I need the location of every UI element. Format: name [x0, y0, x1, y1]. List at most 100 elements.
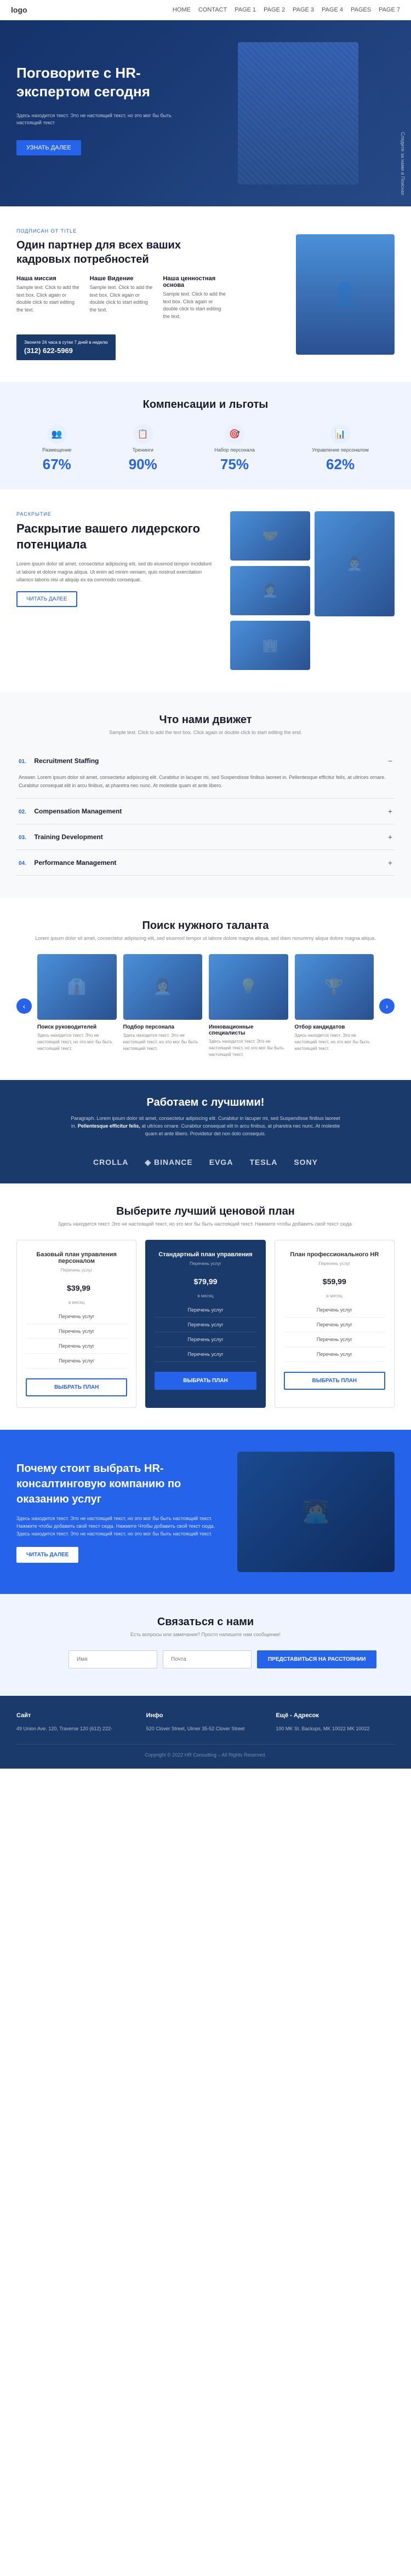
find-talent-heading: Поиск нужного таланта	[16, 920, 395, 932]
talent-card-title-2: Подбор персонала	[123, 1024, 203, 1030]
leadership-img-2: 👩‍💼	[230, 566, 310, 615]
leadership-left: Раскрытие Раскрытие вашего лидерского по…	[16, 511, 214, 607]
nav-logo: logo	[11, 5, 27, 14]
contact-name-input[interactable]	[68, 1650, 157, 1668]
accordion-header-1[interactable]: 01. Recruitment Staffing	[16, 748, 395, 773]
talent-card-img-4: 🏆	[295, 954, 374, 1020]
talent-card-1: 👔 Поиск руководителей Здесь находится те…	[37, 954, 117, 1058]
talent-card-text-4: Здесь находится текст. Это не настоящий …	[295, 1032, 374, 1052]
pricing-subtitle: Здесь находится текст. Это не настоящий …	[16, 1221, 395, 1227]
partner-columns: Наша миссия Sample text. Click to add th…	[16, 275, 227, 320]
why-choose-body: Здесь находится текст. Это не настоящий …	[16, 1515, 221, 1538]
plan-feature-1a: Перечень услуг	[26, 1314, 127, 1324]
why-choose-heading: Почему стоит выбрать HR-консалтинговую к…	[16, 1461, 221, 1507]
talent-card-3: 💡 Инновационные специалисты Здесь находи…	[209, 954, 288, 1058]
why-choose-button[interactable]: ЧИТАТЬ ДАЛЕЕ	[16, 1547, 78, 1563]
hero-content: Поговорите с HR-экспертом сегодня Здесь …	[16, 64, 181, 155]
col2-title: Наше Видение	[90, 275, 155, 282]
plan-btn-2[interactable]: ВЫБРАТЬ ПЛАН	[155, 1372, 256, 1390]
contact-form: ПРЕДСТАВИТЬСЯ НА РАССТОЯНИИ	[68, 1650, 342, 1668]
work-best-heading: Работаем с лучшими!	[16, 1096, 395, 1109]
contact-section: Связаться с нами Есть вопросы или замеча…	[0, 1594, 411, 1696]
plan-name-2: Стандартный план управления	[155, 1251, 256, 1258]
plan-price-3: $59,99	[284, 1274, 385, 1291]
plan-period-3: в месяц	[284, 1293, 385, 1298]
accordion-header-4[interactable]: 04. Performance Management	[16, 850, 395, 875]
talent-card-img-1: 👔	[37, 954, 117, 1020]
nav-page7[interactable]: PAGE 7	[379, 7, 400, 13]
accordion-icon-4	[388, 858, 392, 867]
stat-label-4: Управление персоналом	[312, 447, 369, 453]
plan-btn-1[interactable]: ВЫБРАТЬ ПЛАН	[26, 1378, 127, 1396]
phone-box: Звоните 24 часа в сутки 7 дней в неделю …	[16, 334, 116, 360]
nav-contact[interactable]: CONTACT	[198, 7, 227, 13]
contact-submit-button[interactable]: ПРЕДСТАВИТЬСЯ НА РАССТОЯНИИ	[257, 1650, 376, 1668]
plan-feature-1c: Перечень услуг	[26, 1343, 127, 1354]
stat-icon-3: 🎯	[225, 424, 244, 444]
partner-logo-4: TESLA	[249, 1158, 277, 1166]
why-choose-section: Почему стоит выбрать HR-консалтинговую к…	[0, 1430, 411, 1594]
footer-col2-addr: 520 Clover Street, Ulmer 35-52 Clover St…	[146, 1724, 265, 1733]
talent-next-button[interactable]: ›	[379, 998, 395, 1014]
footer-col2-title: Инфо	[146, 1712, 265, 1719]
leadership-img-3: 🏢	[230, 621, 310, 670]
accordion-title-3: Training Development	[34, 833, 102, 841]
talent-card-4: 🏆 Отбор кандидатов Здесь находится текст…	[295, 954, 374, 1058]
work-best-body-bold: Pellentesque efficitur felis,	[78, 1123, 140, 1129]
accordion-item-3: 03. Training Development	[16, 824, 395, 850]
leadership-section-label: Раскрытие	[16, 511, 214, 517]
accordion-header-2[interactable]: 02. Compensation Management	[16, 799, 395, 824]
plan-feature-3a: Перечень услуг	[284, 1307, 385, 1318]
nav-page3[interactable]: PAGE 3	[293, 7, 314, 13]
accordion-num-3: 03.	[19, 835, 26, 841]
leadership-img-1: 🤝	[230, 511, 310, 561]
nav-page4[interactable]: PAGE 4	[322, 7, 343, 13]
nav-page2[interactable]: PAGE 2	[264, 7, 285, 13]
col2-text: Sample text. Click to add the text box. …	[90, 284, 155, 314]
navigation: logo HOME CONTACT PAGE 1 PAGE 2 PAGE 3 P…	[0, 0, 411, 20]
accordion: 01. Recruitment Staffing Answer. Lorem i…	[16, 748, 395, 876]
footer-col-1: Сайт 49 Union Ave. 120, Traverse 120 (61…	[16, 1712, 135, 1733]
talent-card-text-2: Здесь находится текст. Это не настоящий …	[123, 1032, 203, 1052]
nav-links: HOME CONTACT PAGE 1 PAGE 2 PAGE 3 PAGE 4…	[173, 7, 400, 13]
one-partner-left: Подписан от TITLE Один партнер для всех …	[16, 228, 227, 360]
stat-management: 📊 Управление персоналом 62%	[312, 424, 369, 473]
nav-pages[interactable]: PAGES	[351, 7, 371, 13]
hero-cta-button[interactable]: УЗНАТЬ ДАЛЕЕ	[16, 140, 81, 155]
accordion-header-3[interactable]: 03. Training Development	[16, 824, 395, 850]
plan-feature-1d: Перечень услуг	[26, 1358, 127, 1368]
why-choose-left: Почему стоит выбрать HR-консалтинговую к…	[16, 1461, 221, 1563]
leadership-read-more-button[interactable]: ЧИТАТЬ ДАЛЕЕ	[16, 591, 77, 607]
partner-col-2: Наше Видение Sample text. Click to add t…	[90, 275, 155, 320]
plan-price-2: $79,99	[155, 1274, 256, 1291]
partner-logo-2: ◈ BINANCE	[145, 1158, 192, 1167]
footer-col-2: Инфо 520 Clover Street, Ulmer 35-52 Clov…	[146, 1712, 265, 1733]
partner-logo-5: SONY	[294, 1158, 318, 1166]
talent-card-img-2: 👩‍💼	[123, 954, 203, 1020]
plan-feature-3d: Перечень услуг	[284, 1351, 385, 1362]
plan-period-1: в месяц	[26, 1300, 127, 1305]
partner-col-1: Наша миссия Sample text. Click to add th…	[16, 275, 81, 320]
plan-price-1: $39,99	[26, 1280, 127, 1298]
plan-btn-3[interactable]: ВЫБРАТЬ ПЛАН	[284, 1372, 385, 1390]
contact-heading: Связаться с нами	[16, 1616, 395, 1628]
leadership-right: 🤝 👨‍💼 👩‍💼 🏢	[230, 511, 395, 670]
stat-value-4: 62%	[312, 456, 369, 473]
plan-name-3: План профессионального HR	[284, 1251, 385, 1258]
hero-person-image	[238, 42, 358, 184]
section-label: Подписан от TITLE	[16, 228, 227, 234]
nav-home[interactable]: HOME	[173, 7, 191, 13]
plan-feature-2d: Перечень услуг	[155, 1351, 256, 1362]
phone-number: (312) 622-5969	[24, 346, 108, 355]
leadership-body: Lorem ipsum dolor sit amet, consectetur …	[16, 560, 214, 584]
nav-page1[interactable]: PAGE 1	[235, 7, 256, 13]
compensation-heading: Компенсации и льготы	[16, 398, 395, 411]
plan-price-value-3: $59,99	[323, 1277, 346, 1286]
stat-value-3: 75%	[214, 456, 255, 473]
plan-feature-2a: Перечень услуг	[155, 1307, 256, 1318]
contact-email-input[interactable]	[163, 1650, 252, 1668]
talent-cards: 👔 Поиск руководителей Здесь находится те…	[32, 954, 379, 1058]
talent-prev-button[interactable]: ‹	[16, 998, 32, 1014]
stat-training: 📋 Тренинги 90%	[129, 424, 157, 473]
footer-col3-title: Ещё - Адресок	[276, 1712, 395, 1719]
